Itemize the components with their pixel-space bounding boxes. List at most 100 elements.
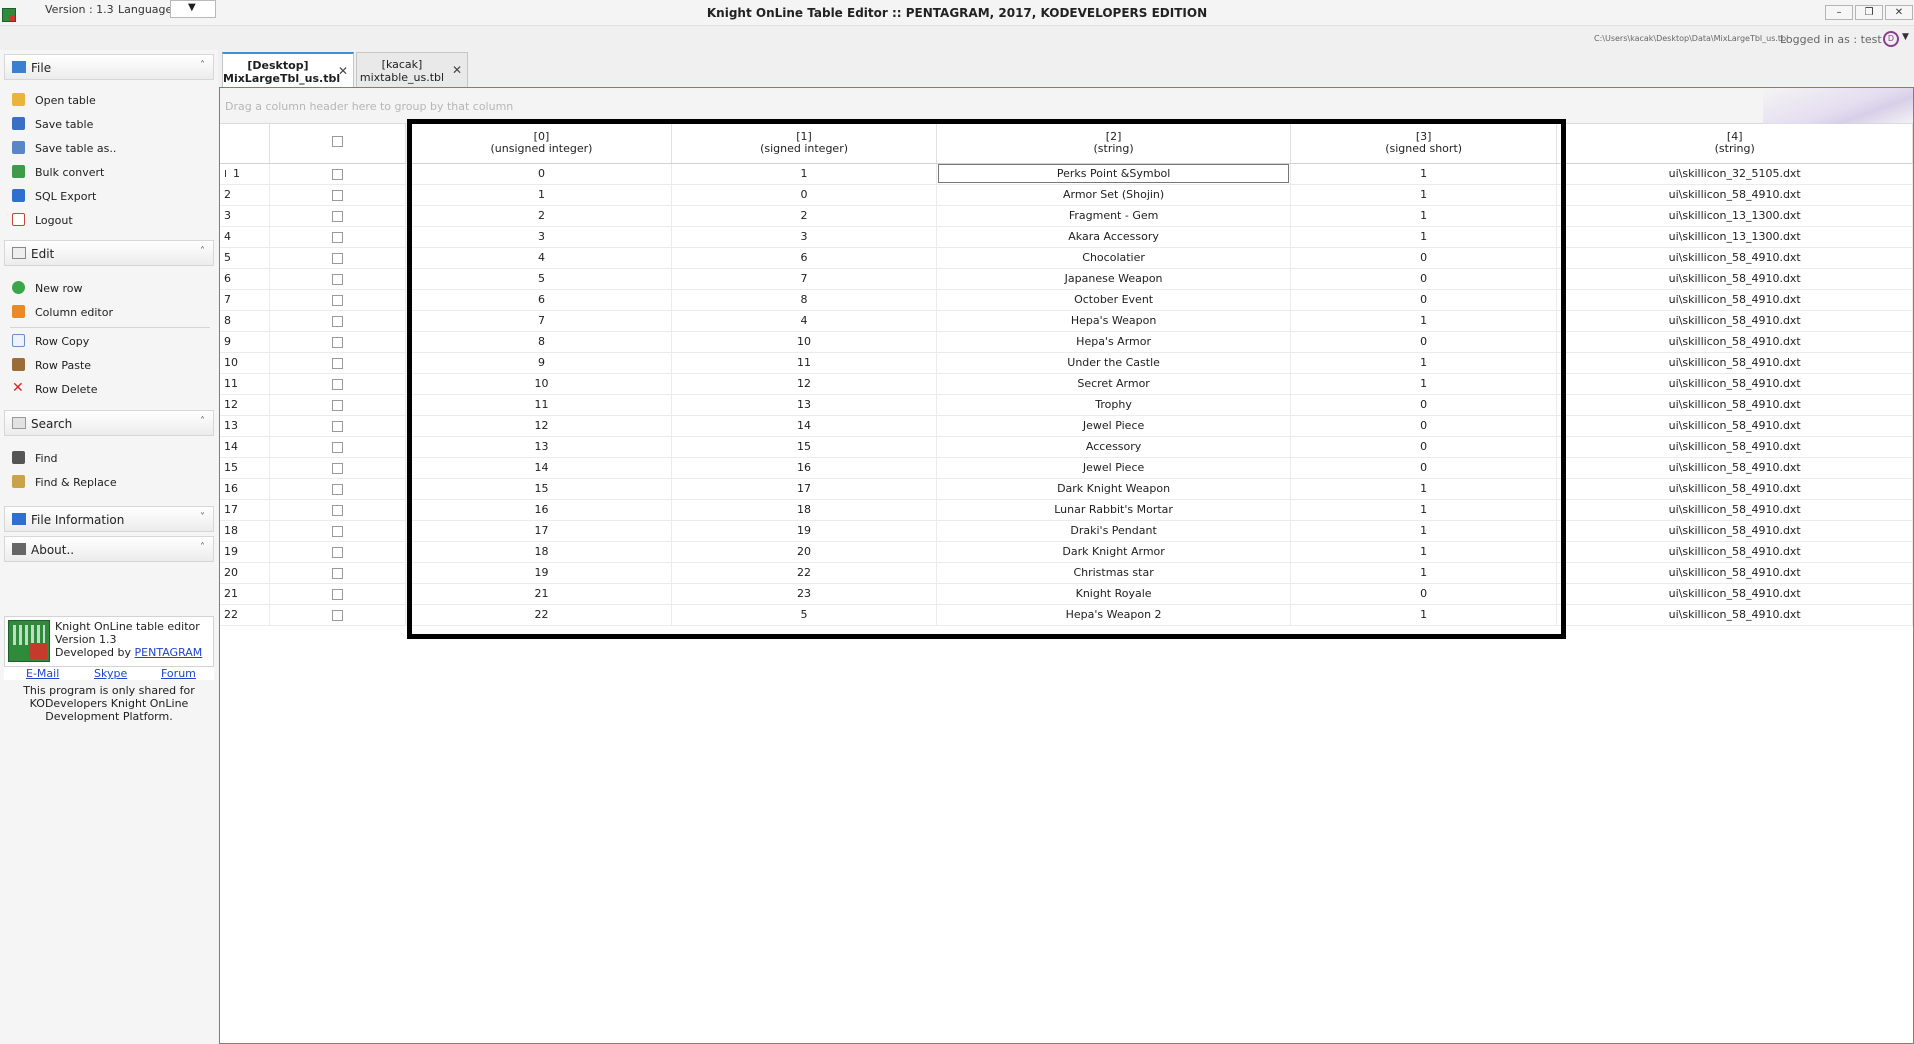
cell-col-1[interactable]: 20 [671,541,938,563]
cell-col-0[interactable]: 5 [411,268,672,290]
cell-col-2[interactable]: Armor Set (Shojin) [936,184,1291,206]
nav-save-table[interactable]: Save table [10,114,210,134]
row-checkbox[interactable] [332,189,344,201]
cell-col-2[interactable]: Hepa's Weapon 2 [936,604,1291,626]
table-row[interactable]: 16 15 17 Dark Knight Weapon 1 ui\skillicon_58… [220,478,1913,500]
cell-col-0[interactable]: 2 [411,205,672,227]
cell-col-2[interactable]: Lunar Rabbit's Mortar [936,499,1291,521]
nav-find-replace[interactable]: Find & Replace [10,472,210,492]
row-number-cell[interactable]: 3 [220,205,271,227]
nav-bulk-convert[interactable]: Bulk convert [10,162,210,182]
row-number-cell[interactable]: 21 [220,583,271,605]
cell-col-0[interactable]: 3 [411,226,672,248]
row-number-cell[interactable]: 9 [220,331,271,353]
group-header-search[interactable]: Search ˄ [4,410,214,436]
cell-col-4[interactable]: ui\skillicon_58_4910.dxt [1556,583,1913,605]
cell-col-3[interactable]: 1 [1290,226,1558,248]
row-select-cell[interactable] [269,541,407,563]
cell-col-1[interactable]: 14 [671,415,938,437]
cell-col-0[interactable]: 21 [411,583,672,605]
cell-col-0[interactable]: 8 [411,331,672,353]
cell-col-3[interactable]: 0 [1290,457,1558,479]
row-checkbox[interactable] [332,399,344,411]
cell-col-2[interactable]: Hepa's Armor [936,331,1291,353]
cell-col-3[interactable]: 1 [1290,373,1558,395]
row-checkbox[interactable] [332,357,344,369]
cell-col-2[interactable]: Secret Armor [936,373,1291,395]
cell-col-0[interactable]: 16 [411,499,672,521]
row-select-cell[interactable] [269,184,407,206]
column-header-2[interactable]: [2] (string) [936,124,1291,164]
column-header-3[interactable]: [3] (signed short) [1290,124,1558,164]
cell-col-0[interactable]: 4 [411,247,672,269]
cell-col-3[interactable]: 0 [1290,415,1558,437]
cell-col-4[interactable]: ui\skillicon_58_4910.dxt [1556,394,1913,416]
cell-col-3[interactable]: 1 [1290,499,1558,521]
row-checkbox[interactable] [332,588,344,600]
nav-open-table[interactable]: Open table [10,90,210,110]
cell-col-2[interactable]: Dark Knight Weapon [936,478,1291,500]
cell-col-0[interactable]: 12 [411,415,672,437]
row-checkbox[interactable] [332,294,344,306]
cell-col-4[interactable]: ui\skillicon_58_4910.dxt [1556,562,1913,584]
cell-col-3[interactable]: 1 [1290,352,1558,374]
cell-col-0[interactable]: 19 [411,562,672,584]
table-row[interactable]: 22 22 5 Hepa's Weapon 2 1 ui\skillicon_58_491… [220,604,1913,626]
nav-row-paste[interactable]: Row Paste [10,355,210,375]
nav-new-row[interactable]: New row [10,278,210,298]
cell-col-4[interactable]: ui\skillicon_58_4910.dxt [1556,289,1913,311]
cell-col-0[interactable]: 18 [411,541,672,563]
group-header-edit[interactable]: Edit ˄ [4,240,214,266]
column-header-0[interactable]: [0] (unsigned integer) [411,124,672,164]
nav-save-table-as[interactable]: Save table as.. [10,138,210,158]
column-header-1[interactable]: [1] (signed integer) [671,124,938,164]
table-row[interactable]: I 1 0 1 Perks Point &Symbol 1 ui\skillicon_32_… [220,163,1913,185]
cell-col-0[interactable]: 15 [411,478,672,500]
cell-col-3[interactable]: 1 [1290,205,1558,227]
table-row[interactable]: 12 11 13 Trophy 0 ui\skillicon_58_4910.dxt [220,394,1913,416]
cell-col-1[interactable]: 1 [671,163,938,185]
cell-col-4[interactable]: ui\skillicon_13_1300.dxt [1556,205,1913,227]
cell-col-2[interactable]: Accessory [936,436,1291,458]
cell-col-1[interactable]: 0 [671,184,938,206]
cell-col-1[interactable]: 7 [671,268,938,290]
row-select-cell[interactable] [269,352,407,374]
cell-col-2[interactable]: Knight Royale [936,583,1291,605]
cell-col-1[interactable]: 6 [671,247,938,269]
cell-col-1[interactable]: 23 [671,583,938,605]
row-checkbox[interactable] [332,525,344,537]
table-row[interactable]: 14 13 15 Accessory 0 ui\skillicon_58_4910.dxt [220,436,1913,458]
select-all-checkbox[interactable] [332,136,344,148]
cell-col-1[interactable]: 8 [671,289,938,311]
cell-col-4[interactable]: ui\skillicon_58_4910.dxt [1556,520,1913,542]
row-checkbox[interactable] [332,420,344,432]
row-select-cell[interactable] [269,289,407,311]
column-header-4[interactable]: [4] (string) [1556,124,1913,164]
row-select-cell[interactable] [269,604,407,626]
cell-col-1[interactable]: 16 [671,457,938,479]
cell-col-2[interactable]: Fragment - Gem [936,205,1291,227]
row-checkbox[interactable] [332,504,344,516]
row-checkbox[interactable] [332,441,344,453]
cell-col-3[interactable]: 1 [1290,184,1558,206]
cell-col-4[interactable]: ui\skillicon_13_1300.dxt [1556,226,1913,248]
row-number-cell[interactable]: 5 [220,247,271,269]
table-row[interactable]: 10 9 11 Under the Castle 1 ui\skillicon_58_49… [220,352,1913,374]
nav-logout[interactable]: Logout [10,210,210,230]
user-menu-caret-icon[interactable]: ▼ [1902,32,1909,42]
table-row[interactable]: 15 14 16 Jewel Piece 0 ui\skillicon_58_4910.d… [220,457,1913,479]
row-number-cell[interactable]: 20 [220,562,271,584]
row-number-cell[interactable]: 2 [220,184,271,206]
row-number-cell[interactable]: 8 [220,310,271,332]
row-select-cell[interactable] [269,163,407,185]
row-checkbox[interactable] [332,609,344,621]
restore-button[interactable]: ❐ [1855,5,1883,20]
row-number-cell[interactable]: 22 [220,604,271,626]
cell-col-2[interactable]: October Event [936,289,1291,311]
row-number-cell[interactable]: 14 [220,436,271,458]
row-select-cell[interactable] [269,247,407,269]
cell-col-3[interactable]: 0 [1290,331,1558,353]
cell-col-0[interactable]: 10 [411,373,672,395]
row-select-cell[interactable] [269,520,407,542]
row-number-cell[interactable]: 13 [220,415,271,437]
